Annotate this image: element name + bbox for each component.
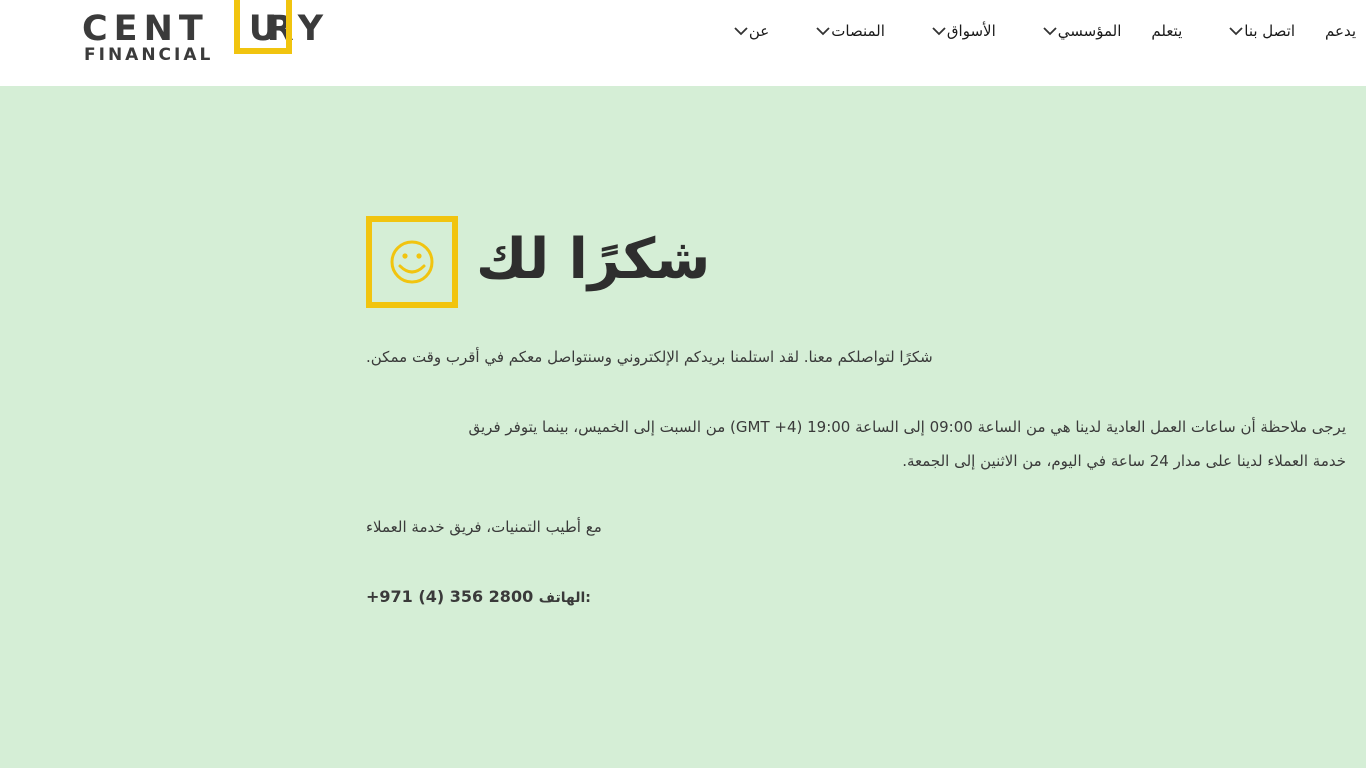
century-financial-logo[interactable]: CENT RY U FINANCIAL xyxy=(82,0,372,70)
nav-item-6[interactable]: عن xyxy=(717,22,769,40)
nav-item-label: الأسواق xyxy=(946,22,996,40)
chevron-down-icon xyxy=(1212,25,1244,37)
chevron-down-icon xyxy=(915,25,947,37)
signoff-text: مع أطيب التمنيات، فريق خدمة العملاء xyxy=(366,518,602,536)
signoff-paragraph: مع أطيب التمنيات، فريق خدمة العملاء xyxy=(366,510,1346,544)
main-nav: يدعم اتصل بنا يتعلم المؤسسي الأسواق المنصات عن xyxy=(687,18,1356,44)
nav-item-label: المؤسسي xyxy=(1057,22,1122,40)
nav-item-2[interactable]: يتعلم xyxy=(1151,22,1182,40)
nav-item-label: يتعلم xyxy=(1151,22,1183,40)
logo-subtitle: FINANCIAL xyxy=(84,45,214,65)
phone-line: +971 (4) 356 2800 الهاتف: xyxy=(366,580,591,615)
page-title: شكرًا لك xyxy=(476,227,711,292)
nav-item-4[interactable]: الأسواق xyxy=(915,22,996,40)
main-area: شكرًا لك شكرًا لتواصلكم معنا. لقد استلمن… xyxy=(0,86,1366,768)
logo-yellow-box: U xyxy=(234,0,292,54)
logo-box-letter: U xyxy=(248,9,278,49)
smiley-icon xyxy=(366,216,458,308)
nav-item-label: يدعم xyxy=(1325,22,1356,40)
phone-label: الهاتف: xyxy=(538,590,591,606)
nav-item-label: المنصات xyxy=(831,22,885,40)
confirmation-text: شكرًا لتواصلكم معنا. لقد استلمنا بريدكم … xyxy=(366,348,933,366)
logo-wordmark: CENT RY xyxy=(82,11,329,47)
logo-text-left: CENT xyxy=(82,9,209,49)
nav-item-0[interactable]: يدعم xyxy=(1325,22,1356,40)
nav-item-label: اتصل بنا xyxy=(1244,22,1296,40)
nav-item-1[interactable]: اتصل بنا xyxy=(1212,22,1295,40)
working-hours-line-2: خدمة العملاء لدينا على مدار 24 ساعة في ا… xyxy=(902,452,1346,470)
logo-box-top-edge xyxy=(234,0,292,6)
chevron-down-icon xyxy=(717,25,749,37)
nav-item-5[interactable]: المنصات xyxy=(799,22,885,40)
nav-item-3[interactable]: المؤسسي xyxy=(1026,22,1122,40)
working-hours-paragraph: يرجى ملاحظة أن ساعات العمل العادية لدينا… xyxy=(366,410,1346,478)
phone-number[interactable]: +971 (4) 356 2800 xyxy=(366,587,533,606)
working-hours-line-1: يرجى ملاحظة أن ساعات العمل العادية لدينا… xyxy=(468,418,1346,436)
nav-item-label: عن xyxy=(748,22,770,40)
confirmation-paragraph: شكرًا لتواصلكم معنا. لقد استلمنا بريدكم … xyxy=(366,340,1346,374)
chevron-down-icon xyxy=(1026,25,1058,37)
chevron-down-icon xyxy=(799,25,831,37)
title-row: شكرًا لك xyxy=(366,216,726,308)
site-header: CENT RY U FINANCIAL يدعم اتصل بنا يتعلم المؤ… xyxy=(0,0,1366,86)
